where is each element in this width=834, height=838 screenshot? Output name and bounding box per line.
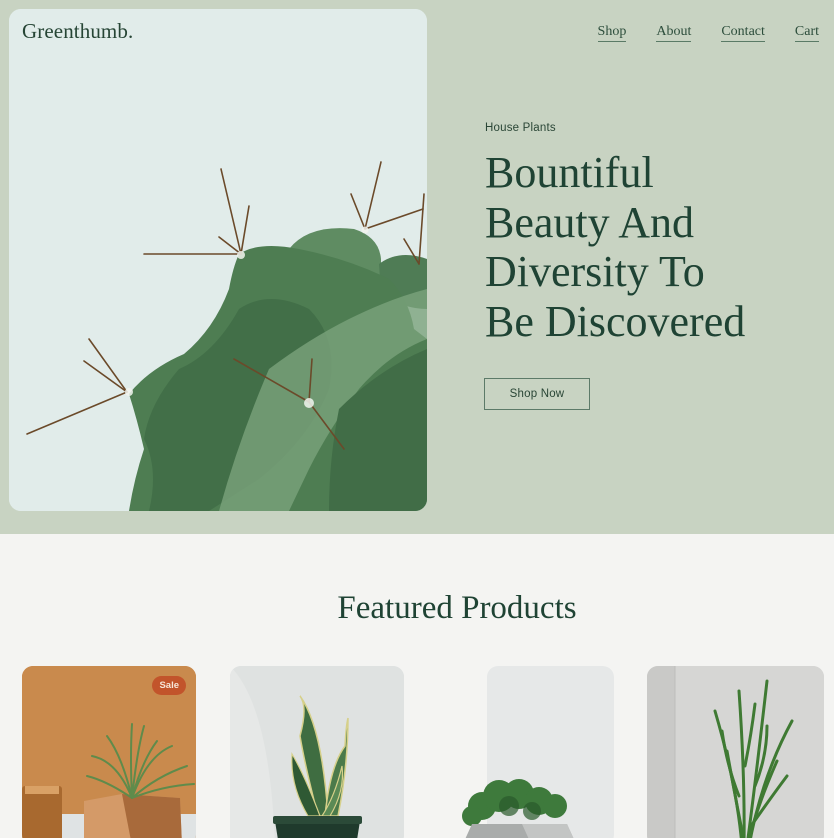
product-image-moss [437,666,614,838]
product-card[interactable] [230,666,404,838]
sale-badge: Sale [152,676,186,695]
headline-line-1: Bountiful [485,148,654,197]
headline-line-2: Beauty And [485,197,694,247]
main-nav: Shop About Contact Cart [597,23,819,42]
nav-about[interactable]: About [656,23,692,42]
hero-section: Greenthumb. Shop About Contact Cart Hous… [0,0,834,534]
shop-now-button[interactable]: Shop Now [484,378,590,410]
featured-products-grid: Sale [0,666,834,838]
featured-products-title: Featured Products [337,590,577,626]
logo[interactable]: Greenthumb. [22,19,133,44]
product-image-pencil-cactus [647,666,824,838]
nav-contact[interactable]: Contact [721,23,765,42]
headline-line-3: Diversity To [485,247,705,296]
product-card[interactable]: Sale [22,666,196,838]
product-image-snake-plant [230,666,404,838]
hero-eyebrow: House Plants [485,122,556,134]
headline-line-4: Be Discovered [485,296,746,346]
hero-image [9,9,427,511]
nav-cart[interactable]: Cart [794,23,819,42]
hero-headline: Bountiful Beauty And Diversity To Be Dis… [485,148,815,346]
product-card[interactable] [647,666,824,838]
nav-shop[interactable]: Shop [597,23,627,42]
product-card[interactable] [437,666,614,838]
cactus-illustration [9,9,427,511]
